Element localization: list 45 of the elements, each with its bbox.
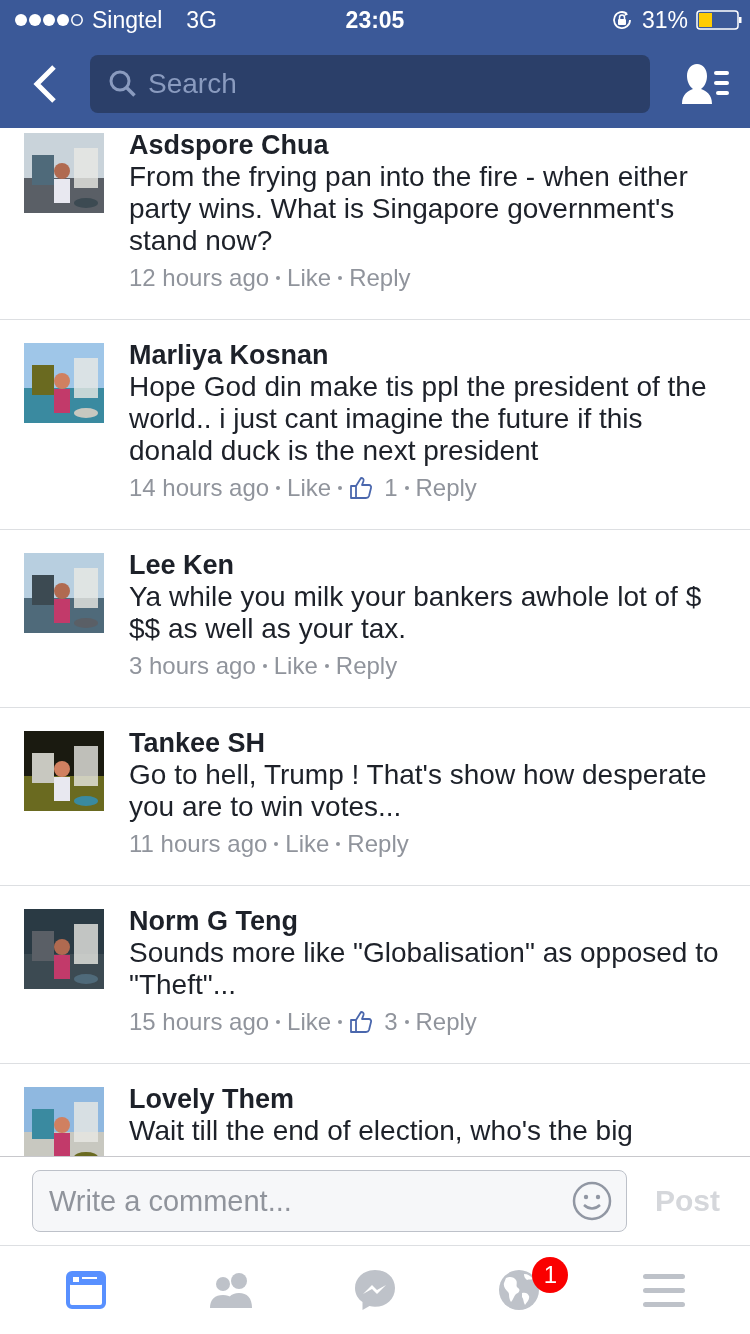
comment-time[interactable]: 14 hours ago (129, 474, 270, 502)
comment-text: Sounds more like "Globalisation" as opposed to "Theft"... (129, 937, 720, 1001)
carrier-name: Singtel (92, 6, 163, 34)
comment-text: From the frying pan into the fire - when either party wins. What is Singapore government's stand now? (129, 161, 689, 257)
comment-text: Wait till the end of election, who's the big (129, 1115, 634, 1147)
friends-list-icon[interactable] (680, 62, 730, 106)
reply-link[interactable]: Reply (349, 264, 411, 292)
like-link[interactable]: Like (287, 1008, 332, 1036)
clock-time: 23:05 (345, 6, 405, 34)
network-type: 3G (186, 6, 217, 34)
like-link[interactable]: Like (273, 652, 318, 680)
reply-link[interactable]: Reply (335, 652, 398, 680)
reply-link[interactable]: Reply (415, 474, 477, 502)
like-link[interactable]: Like (287, 474, 332, 502)
comment-field[interactable]: Write a comment... (32, 1170, 627, 1232)
search-icon (108, 69, 138, 99)
globe-icon[interactable] (498, 1269, 541, 1311)
thumbs-up-icon[interactable] (349, 1010, 374, 1034)
comment-time[interactable]: 3 hours ago (129, 652, 256, 680)
notification-badge: 1 (532, 1257, 569, 1293)
comment-time[interactable]: 15 hours ago (129, 1008, 270, 1036)
commenter-name[interactable]: Tankee SH (129, 727, 725, 759)
battery-icon (696, 10, 742, 30)
smiley-icon[interactable] (571, 1180, 613, 1222)
news-feed-icon[interactable] (66, 1270, 107, 1310)
comment-text: Ya while you milk your bankers awhole lot of $ $$ as well as your tax. (129, 581, 703, 645)
commenter-name[interactable]: Norm G Teng (129, 905, 725, 937)
reply-link[interactable]: Reply (347, 830, 409, 858)
battery-percent: 31% (641, 6, 688, 34)
commenter-name[interactable]: Lovely Them (129, 1083, 725, 1115)
thumbs-up-icon[interactable] (349, 476, 374, 500)
comment-text: Hope God din make tis ppl the president of the world.. i just cant imagine the future if this donald duck is the next president (129, 371, 708, 467)
comment-time[interactable]: 12 hours ago (129, 264, 270, 292)
like-count[interactable]: 3 (384, 1008, 398, 1036)
reply-link[interactable]: Reply (415, 1008, 477, 1036)
like-link[interactable]: Like (287, 264, 332, 292)
commenter-name[interactable]: Asdspore Chua (129, 129, 725, 161)
comment-text: Go to hell, Trump ! That's show how desperate you are to win votes... (129, 759, 708, 823)
signal-icon (14, 13, 84, 27)
like-link[interactable]: Like (285, 830, 330, 858)
search-field[interactable]: Search (90, 55, 650, 113)
commenter-name[interactable]: Marliya Kosnan (129, 339, 725, 371)
comment-time[interactable]: 11 hours ago (129, 830, 268, 858)
commenter-name[interactable]: Lee Ken (129, 549, 725, 581)
like-count[interactable]: 1 (384, 474, 398, 502)
